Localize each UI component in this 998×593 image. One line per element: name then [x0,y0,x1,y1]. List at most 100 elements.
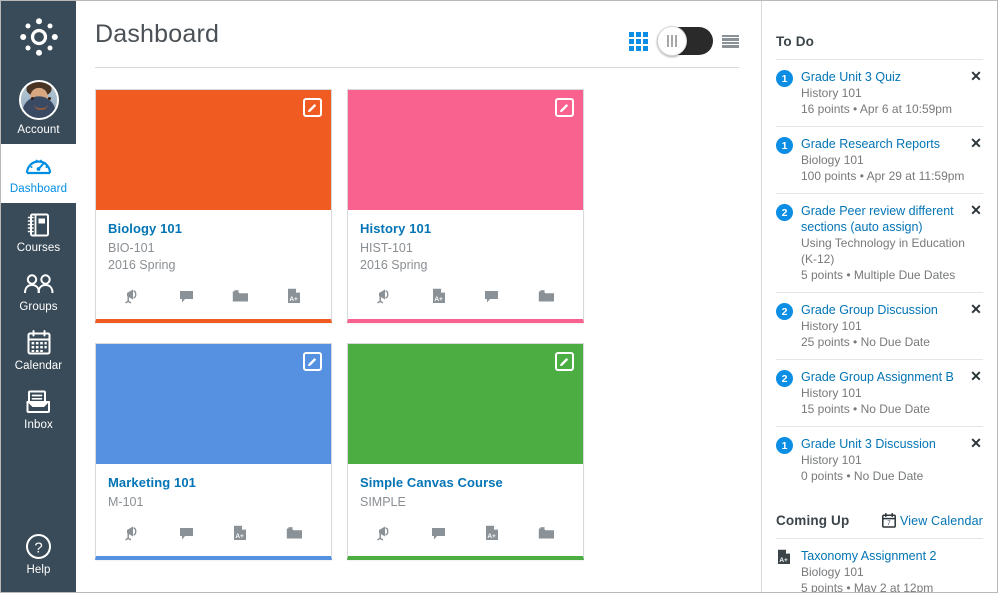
todo-item-course: History 101 [801,318,967,334]
course-card-body: Biology 101 BIO-101 2016 Spring [96,210,331,274]
canvas-dashboard-app: Account Dashboard [0,0,998,593]
sidebar-item-dashboard[interactable]: Dashboard [1,144,76,203]
todo-item-title[interactable]: Grade Unit 3 Discussion [801,436,967,452]
avatar [19,78,59,122]
todo-item-title[interactable]: Grade Research Reports [801,136,967,152]
grades-icon[interactable]: A+ [281,285,307,307]
course-card-title[interactable]: Biology 101 [108,221,319,237]
grades-icon[interactable]: A+ [227,522,253,544]
course-card-links: A+ [96,274,331,319]
grades-icon[interactable]: A+ [479,522,505,544]
svg-text:A+: A+ [779,557,788,564]
course-card-header [348,90,583,210]
sidebar-item-calendar[interactable]: Calendar [1,321,76,380]
list-view-icon[interactable] [722,35,739,48]
sidebar-item-label-courses: Courses [17,242,61,255]
todo-item-meta: 100 points • Apr 29 at 11:59pm [801,168,967,184]
todo-item-course: History 101 [801,452,967,468]
files-icon[interactable] [533,522,559,544]
course-card-term: 2016 Spring [360,257,571,274]
todo-count-badge: 1 [776,437,793,454]
course-card[interactable]: Simple Canvas Course SIMPLE [347,343,584,560]
discussions-icon[interactable] [479,285,505,307]
todo-list: 1 Grade Unit 3 Quiz History 101 16 point… [776,59,983,493]
course-cards-grid: Biology 101 BIO-101 2016 Spring [95,89,761,560]
sidebar-item-label-dashboard: Dashboard [10,183,67,196]
edit-pencil-icon[interactable] [555,98,574,117]
course-card-body: Marketing 101 M-101 [96,464,331,511]
course-card[interactable]: Biology 101 BIO-101 2016 Spring [95,89,332,323]
files-icon[interactable] [227,285,253,307]
todo-item-meta: 25 points • No Due Date [801,334,967,350]
svg-text:?: ? [34,540,42,557]
close-icon[interactable]: ✕ [969,136,983,150]
todo-count-badge: 2 [776,370,793,387]
close-icon[interactable]: ✕ [969,436,983,450]
coming-up-header: Coming Up 7 View Calendar [776,493,983,538]
close-icon[interactable]: ✕ [969,203,983,217]
announcements-icon[interactable] [120,522,146,544]
todo-list-item: 1 Grade Unit 3 Quiz History 101 16 point… [776,59,983,126]
todo-item-title[interactable]: Grade Group Discussion [801,302,967,318]
discussions-icon[interactable] [174,522,200,544]
todo-list-item: 2 Grade Group Discussion History 101 25 … [776,292,983,359]
announcements-icon[interactable] [372,522,398,544]
sidebar-item-label-inbox: Inbox [24,419,53,432]
course-card-header [96,344,331,464]
edit-pencil-icon[interactable] [303,98,322,117]
edit-pencil-icon[interactable] [555,352,574,371]
course-card-header [348,344,583,464]
close-icon[interactable]: ✕ [969,369,983,383]
todo-item-meta: 5 points • Multiple Due Dates [801,267,967,283]
files-icon[interactable] [533,285,559,307]
dashboard-view-toggle[interactable] [657,27,713,55]
sidebar-item-label-calendar: Calendar [15,360,62,373]
course-card-links: A+ [348,511,583,556]
sidebar-item-help[interactable]: ? Help [1,525,76,584]
todo-item-course: Biology 101 [801,152,967,168]
sidebar-item-courses[interactable]: Courses [1,203,76,262]
course-card-links: A+ [348,274,583,319]
todo-heading: To Do [776,1,983,59]
todo-item-meta: 16 points • Apr 6 at 10:59pm [801,101,967,117]
coming-up-list: A+ Taxonomy Assignment 2 Biology 101 5 p… [776,538,983,592]
todo-item-meta: 0 points • No Due Date [801,468,967,484]
todo-item-title[interactable]: Grade Unit 3 Quiz [801,69,967,85]
groups-icon [23,268,55,299]
sidebar-item-inbox[interactable]: Inbox [1,380,76,439]
svg-text:7: 7 [887,521,891,527]
todo-item-meta: 15 points • No Due Date [801,401,967,417]
course-card-links: A+ [96,511,331,556]
grades-icon[interactable]: A+ [426,285,452,307]
todo-item-title[interactable]: Grade Group Assignment B [801,369,967,385]
view-calendar-link[interactable]: 7 View Calendar [882,513,983,528]
course-card-title[interactable]: Marketing 101 [108,475,319,491]
close-icon[interactable]: ✕ [969,302,983,316]
course-card[interactable]: History 101 HIST-101 2016 Spring [347,89,584,323]
course-card[interactable]: Marketing 101 M-101 [95,343,332,560]
close-icon[interactable]: ✕ [969,69,983,83]
sidebar-item-groups[interactable]: Groups [1,262,76,321]
todo-count-badge: 1 [776,137,793,154]
view-calendar-label: View Calendar [900,514,983,528]
discussions-icon[interactable] [426,522,452,544]
grid-view-icon[interactable] [629,32,648,51]
todo-item-title[interactable]: Grade Peer review different sections (au… [801,203,967,235]
toggle-knob [657,26,687,56]
canvas-logo[interactable] [16,14,62,60]
sidebar-item-account[interactable]: Account [1,72,76,144]
course-card-title[interactable]: History 101 [360,221,571,237]
todo-list-item: 2 Grade Peer review different sections (… [776,193,983,292]
files-icon[interactable] [281,522,307,544]
help-icon: ? [25,531,52,562]
svg-text:A+: A+ [236,533,245,540]
course-card-term: 2016 Spring [108,257,319,274]
coming-up-item-title[interactable]: Taxonomy Assignment 2 [801,548,967,564]
announcements-icon[interactable] [120,285,146,307]
edit-pencil-icon[interactable] [303,352,322,371]
page-title: Dashboard [95,19,219,49]
discussions-icon[interactable] [174,285,200,307]
course-card-title[interactable]: Simple Canvas Course [360,475,571,491]
announcements-icon[interactable] [372,285,398,307]
calendar-icon [27,327,51,358]
